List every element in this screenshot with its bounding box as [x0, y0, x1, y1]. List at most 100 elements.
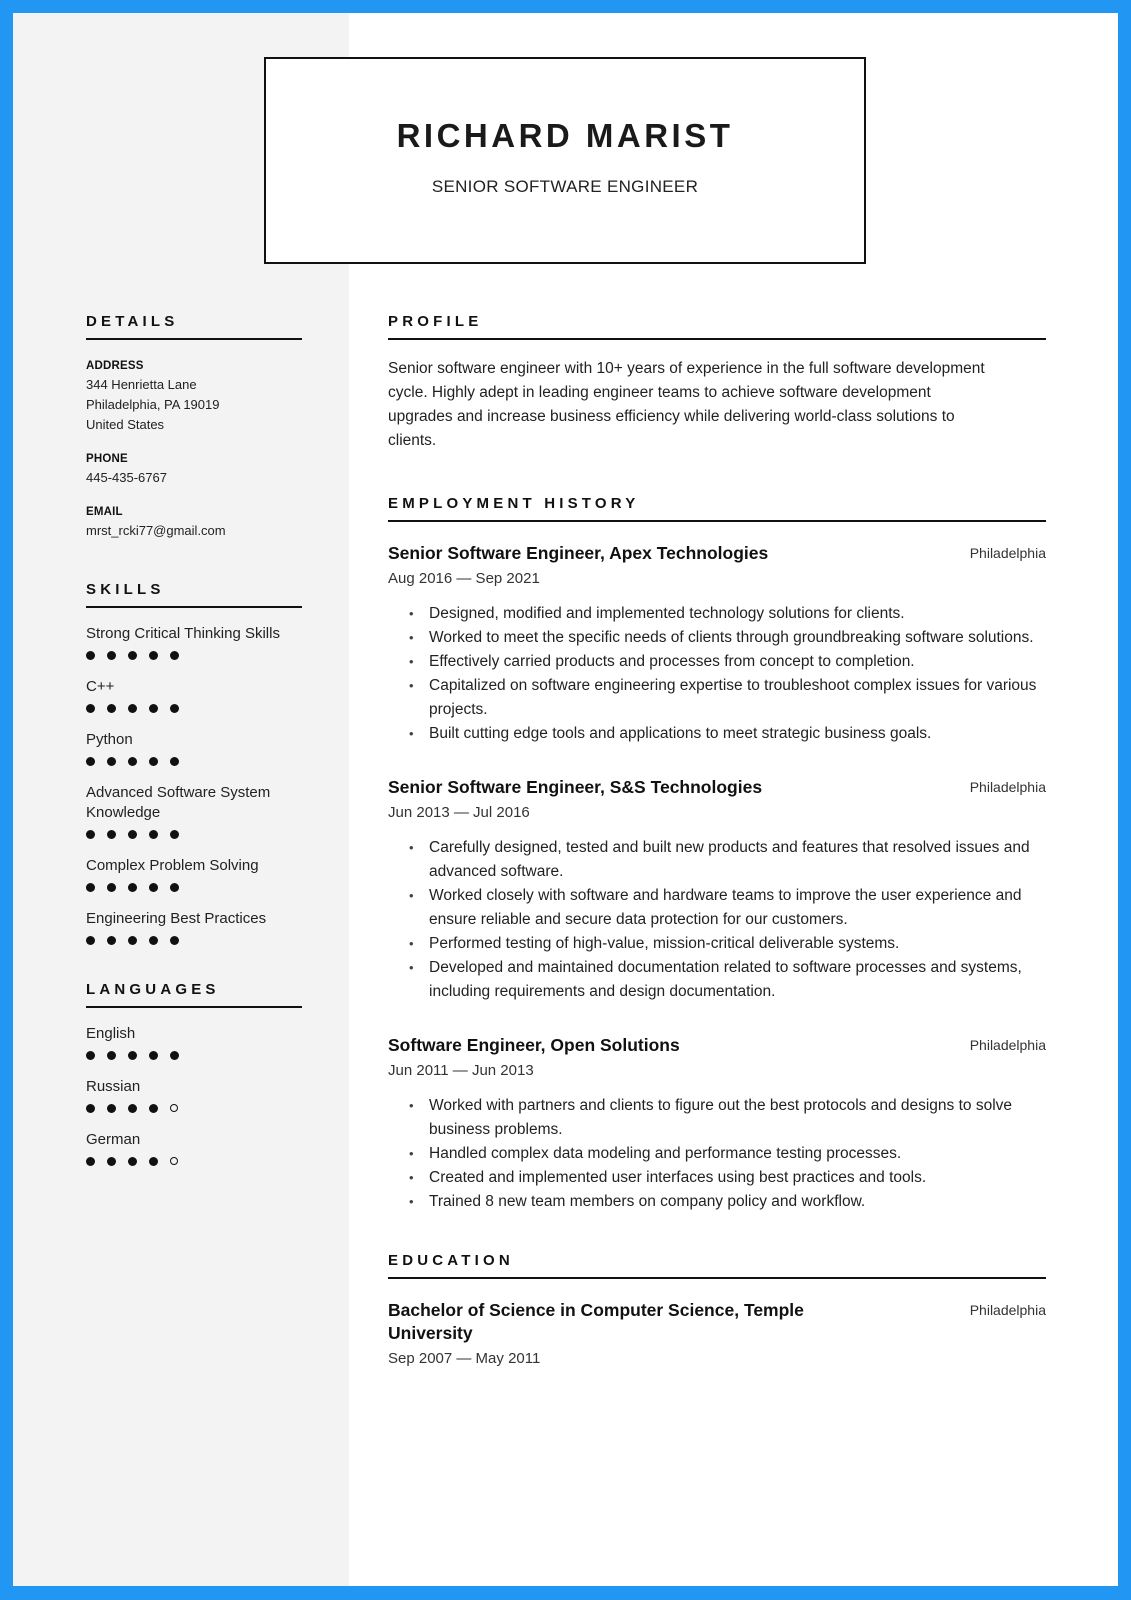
address-line-2: Philadelphia, PA 19019 — [86, 397, 220, 412]
bullet-text: Worked to meet the specific needs of cli… — [429, 629, 1034, 646]
rating-dot-filled-icon — [149, 703, 158, 713]
rating-dot-filled-icon — [170, 935, 179, 945]
main-content: PROFILE Senior software engineer with 10… — [388, 313, 1046, 1369]
skill-item-label: Strong Critical Thinking Skills — [86, 625, 280, 642]
skill-item-label: Engineering Best Practices — [86, 910, 267, 927]
job-entry-bullets: • Carefully designed, tested and built ne… — [388, 836, 1046, 1004]
rating-dot-filled-icon — [170, 882, 179, 892]
email-value[interactable]: mrst_rcki77@gmail.com — [86, 521, 302, 541]
bullet-item: • Performed testing of high-value, missio… — [388, 932, 1046, 956]
education-entry-dates: Sep 2007 — May 2011 — [388, 1350, 541, 1367]
skill-item-label: Advanced Software System Knowledge — [86, 784, 271, 821]
language-item-label: German — [86, 1131, 141, 1148]
skills-list: Strong Critical Thinking Skills C++ Python… — [86, 624, 302, 945]
rating-dots — [86, 703, 302, 713]
skill-item: Complex Problem Solving — [86, 856, 302, 892]
bullet-icon: • — [409, 960, 414, 975]
rating-dot-filled-icon — [86, 650, 95, 660]
rating-dot-filled-icon — [149, 882, 158, 892]
job-entry-header: Software Engineer, Open Solutions Philade… — [388, 1034, 1046, 1057]
rating-dot-filled-icon — [128, 1156, 137, 1166]
bullet-item: • Worked with partners and clients to fig… — [388, 1094, 1046, 1142]
bullet-item: • Carefully designed, tested and built ne… — [388, 836, 1046, 884]
job-entry-bullets: • Designed, modified and implemented tech… — [388, 602, 1046, 746]
bullet-icon: • — [409, 726, 414, 741]
rating-dots — [86, 756, 302, 766]
bullet-item: • Trained 8 new team members on company p… — [388, 1190, 1046, 1214]
rating-dot-filled-icon — [86, 1156, 95, 1166]
bullet-icon: • — [409, 630, 414, 645]
rating-dot-filled-icon — [86, 935, 95, 945]
rating-dot-filled-icon — [149, 1103, 158, 1113]
rating-dot-filled-icon — [86, 829, 95, 839]
rating-dot-filled-icon — [107, 756, 116, 766]
rating-dot-filled-icon — [128, 829, 137, 839]
rating-dots — [86, 882, 302, 892]
languages-list: English Russian German — [86, 1024, 302, 1166]
profile-section: PROFILE Senior software engineer with 10… — [388, 313, 1046, 453]
language-item-label: Russian — [86, 1078, 141, 1095]
rating-dot-filled-icon — [149, 1156, 158, 1166]
rating-dot-filled-icon — [107, 829, 116, 839]
rating-dot-filled-icon — [149, 1050, 158, 1060]
bullet-item: • Worked closely with software and hardwa… — [388, 884, 1046, 932]
job-entry-dates: Aug 2016 — Sep 2021 — [388, 570, 540, 587]
resume-page: RICHARD MARIST SENIOR SOFTWARE ENGINEER … — [13, 13, 1118, 1586]
bullet-text: Handled complex data modeling and perfor… — [429, 1145, 902, 1162]
job-entry-header: Senior Software Engineer, S&S Technologi… — [388, 776, 1046, 799]
rating-dots — [86, 1050, 302, 1060]
details-section: DETAILS ADDRESS 344 Henrietta Lane Phila… — [86, 313, 302, 541]
bullet-text: Carefully designed, tested and built new… — [429, 839, 1030, 880]
sidebar: DETAILS ADDRESS 344 Henrietta Lane Phila… — [86, 313, 302, 1166]
job-entry: Software Engineer, Open Solutions Philade… — [388, 1034, 1046, 1214]
rating-dot-filled-icon — [128, 650, 137, 660]
job-entry-location: Philadelphia — [969, 545, 1046, 561]
job-entry-title: Software Engineer, Open Solutions — [388, 1035, 680, 1055]
skill-item-label: Python — [86, 731, 133, 748]
rating-dot-filled-icon — [149, 829, 158, 839]
job-entry-title: Senior Software Engineer, S&S Technologi… — [388, 777, 763, 797]
bullet-item: • Built cutting edge tools and applicatio… — [388, 722, 1046, 746]
phone-label: PHONE — [86, 453, 128, 465]
rating-dot-filled-icon — [149, 650, 158, 660]
bullet-item: • Developed and maintained documentation … — [388, 956, 1046, 1004]
bullet-item: • Worked to meet the specific needs of cl… — [388, 626, 1046, 650]
rating-dot-filled-icon — [107, 1050, 116, 1060]
rating-dot-filled-icon — [170, 829, 179, 839]
languages-section: LANGUAGES English Russian German — [86, 981, 302, 1166]
profile-heading: PROFILE — [388, 313, 1046, 340]
bullet-icon: • — [409, 1170, 414, 1185]
job-entry: Senior Software Engineer, Apex Technolog… — [388, 542, 1046, 746]
education-entry-header: Bachelor of Science in Computer Science,… — [388, 1299, 1046, 1345]
bullet-icon: • — [409, 1098, 414, 1113]
rating-dot-filled-icon — [170, 703, 179, 713]
jobs-list: Senior Software Engineer, Apex Technolog… — [388, 542, 1046, 1214]
job-entry-title: Senior Software Engineer, Apex Technolog… — [388, 543, 769, 563]
bullet-text: Designed, modified and implemented techn… — [429, 605, 905, 622]
skill-item-label: C++ — [86, 678, 115, 695]
skill-item: Python — [86, 730, 302, 766]
bullet-icon: • — [409, 654, 414, 669]
job-entry-dates: Jun 2013 — Jul 2016 — [388, 804, 530, 821]
bullet-icon: • — [409, 1146, 414, 1161]
bullet-text: Effectively carried products and process… — [429, 653, 915, 670]
skill-item: Engineering Best Practices — [86, 909, 302, 945]
rating-dot-filled-icon — [86, 1103, 95, 1113]
language-item: Russian — [86, 1077, 302, 1113]
rating-dot-filled-icon — [107, 882, 116, 892]
resume-header: RICHARD MARIST SENIOR SOFTWARE ENGINEER — [264, 57, 866, 264]
bullet-text: Developed and maintained documentation r… — [429, 959, 1022, 1000]
rating-dot-filled-icon — [128, 1103, 137, 1113]
skill-item-label: Complex Problem Solving — [86, 857, 259, 874]
education-heading: EDUCATION — [388, 1252, 1046, 1279]
rating-dot-filled-icon — [149, 935, 158, 945]
rating-dot-filled-icon — [149, 756, 158, 766]
rating-dot-filled-icon — [128, 935, 137, 945]
language-item: German — [86, 1130, 302, 1166]
education-list: Bachelor of Science in Computer Science,… — [388, 1299, 1046, 1369]
rating-dot-filled-icon — [107, 935, 116, 945]
employment-heading: EMPLOYMENT HISTORY — [388, 495, 1046, 522]
education-entry-title: Bachelor of Science in Computer Science,… — [388, 1300, 804, 1343]
rating-dot-filled-icon — [107, 650, 116, 660]
rating-dot-filled-icon — [128, 882, 137, 892]
